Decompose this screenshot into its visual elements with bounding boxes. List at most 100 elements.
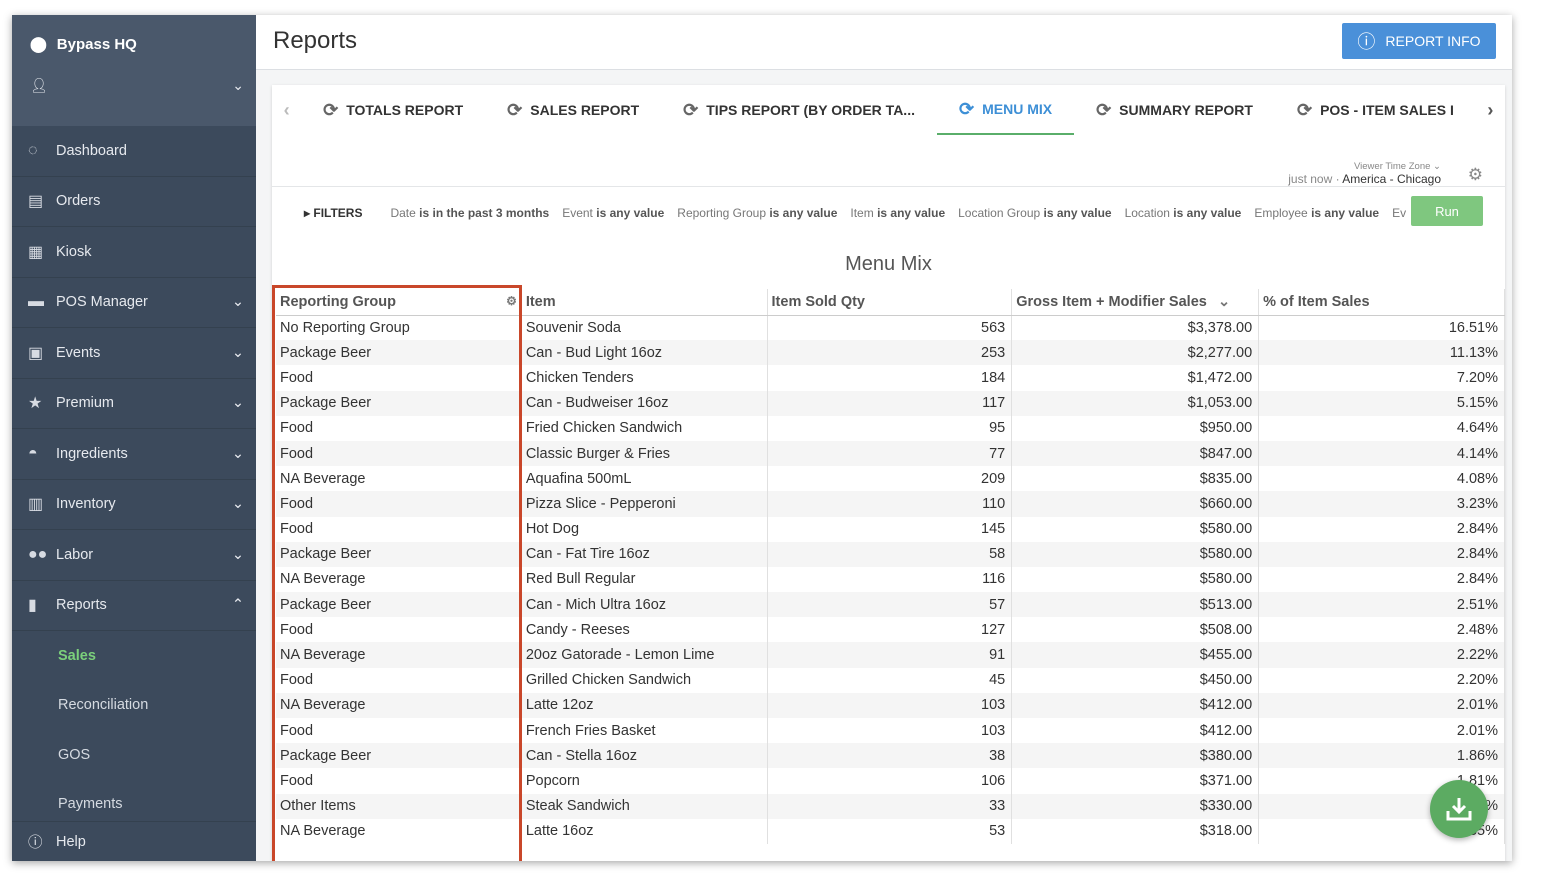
tab-5[interactable]: ⟳ POS - ITEM SALES I — [1275, 85, 1476, 135]
filter-chip[interactable]: Reporting Group is any value — [677, 206, 837, 220]
table-cell: 2.84% — [1258, 516, 1505, 542]
table-cell: Food — [276, 617, 522, 643]
sidebar-item-reports[interactable]: ▮ Reports ⌃ — [12, 581, 256, 631]
sidebar-item-kiosk[interactable]: ▦ Kiosk — [12, 227, 256, 278]
column-header[interactable]: % of Item Sales — [1258, 289, 1505, 316]
tab-3[interactable]: ⟳ MENU MIX — [936, 85, 1075, 135]
sidebar-item-premium[interactable]: ★ Premium ⌄ — [12, 379, 256, 429]
table-cell: 5.15% — [1258, 390, 1505, 416]
table-cell: Steak Sandwich — [521, 793, 768, 819]
sidebar-item-inventory[interactable]: ▥ Inventory ⌄ — [12, 480, 256, 530]
filter-chip[interactable]: Location is any value — [1125, 206, 1242, 220]
nav-icon: ▥ — [28, 496, 44, 514]
tab-2[interactable]: ⟳ TIPS REPORT (BY ORDER TA... — [661, 85, 937, 135]
table-row: Food French Fries Basket 103 $412.00 2.01% — [276, 718, 1505, 744]
tab-0[interactable]: ⟳ TOTALS REPORT — [301, 85, 485, 135]
table-cell: 106 — [767, 768, 1013, 794]
table-cell: Hot Dog — [521, 516, 768, 542]
refresh-icon: ⟳ — [1296, 99, 1313, 120]
table-cell: 7.20% — [1258, 365, 1505, 391]
refresh-icon: ⟳ — [1096, 99, 1112, 120]
tabs-prev-arrow[interactable]: ‹ — [272, 100, 301, 121]
table-cell: $513.00 — [1011, 592, 1260, 618]
table-cell: Can - Mich Ultra 16oz — [521, 592, 768, 618]
table-cell: 11.13% — [1258, 340, 1505, 366]
table-cell: $380.00 — [1011, 743, 1260, 769]
table-row: Package Beer Can - Stella 16oz 38 $380.00 1.… — [276, 743, 1505, 769]
table-row: Other ItemsSteak Sandwich33$330.001.61% — [276, 793, 1505, 819]
run-button[interactable]: Run — [1411, 196, 1483, 226]
download-button[interactable] — [1430, 780, 1488, 838]
chevron-icon: ⌄ — [231, 395, 244, 412]
table-cell: Food — [276, 365, 522, 391]
chevron-icon: ⌄ — [231, 445, 244, 462]
settings-gear-icon[interactable]: ⚙ — [1468, 165, 1483, 185]
table-cell: 77 — [767, 440, 1013, 467]
table-cell: 2.01% — [1258, 692, 1505, 718]
column-header[interactable]: Gross Item + Modifier Sales ⌄ — [1011, 289, 1260, 316]
sidebar-item-dashboard[interactable]: ◌ Dashboard — [12, 126, 256, 177]
table-cell: Food — [276, 718, 522, 744]
table-cell: 2.48% — [1258, 617, 1505, 643]
table-row: Food Fried Chicken Sandwich 95 $950.00 4.64% — [276, 415, 1505, 441]
nav-icon: ▣ — [28, 344, 44, 362]
user-icon: 👤︎ — [30, 77, 48, 93]
table-cell: 91 — [767, 642, 1013, 668]
tab-1[interactable]: ⟳ SALES REPORT — [485, 85, 661, 135]
table-row: NA Beverage Aquafina 500mL 209 $835.00 4.08% — [276, 466, 1505, 492]
filters-toggle[interactable]: ▸ FILTERS — [304, 206, 362, 220]
help-link[interactable]: ⓘ Help — [12, 821, 256, 861]
sort-desc-icon[interactable]: ⌄ — [1218, 294, 1230, 310]
table-cell: French Fries Basket — [521, 718, 768, 744]
sidebar-item-ingredients[interactable]: ◓ Ingredients ⌄ — [12, 429, 256, 480]
table-cell: 127 — [767, 617, 1013, 643]
table-cell: Pizza Slice - Pepperoni — [521, 491, 768, 517]
table-cell: 45 — [767, 667, 1013, 693]
refresh-icon: ⟳ — [958, 98, 975, 119]
table-cell: Chicken Tenders — [521, 365, 768, 391]
filter-chip[interactable]: Employee is any value — [1254, 206, 1379, 220]
sidebar-item-pos-manager[interactable]: ▬ POS Manager ⌄ — [12, 278, 256, 328]
filter-chip[interactable]: Item is any value — [850, 206, 945, 220]
tabs-next-arrow[interactable]: › — [1476, 100, 1505, 121]
table-row: Food Hot Dog 145 $580.00 2.84% — [276, 516, 1505, 542]
sidebar-subitem-reconciliation[interactable]: Reconciliation — [12, 681, 256, 731]
table-cell: Food — [276, 491, 522, 517]
table-cell: 58 — [767, 541, 1013, 567]
filter-chip[interactable]: Ev — [1392, 206, 1406, 220]
chevron-down-icon: ⌄ — [232, 77, 244, 93]
table-cell: $508.00 — [1011, 617, 1260, 643]
sidebar-subitem-sales[interactable]: Sales — [12, 631, 256, 681]
table-cell: Package Beer — [276, 340, 522, 366]
table-cell: No Reporting Group — [276, 315, 522, 341]
table-cell: 2.84% — [1258, 566, 1505, 593]
filter-chip[interactable]: Date is in the past 3 months — [390, 206, 549, 220]
table-row: Package Beer Can - Fat Tire 16oz 58 $580.00… — [276, 541, 1505, 567]
table-row: Food Grilled Chicken Sandwich 45 $450.00 2.2… — [276, 667, 1505, 693]
refresh-icon: ⟳ — [683, 99, 699, 120]
column-header[interactable]: Reporting Group ⚙ — [276, 289, 522, 316]
user-menu[interactable]: 👤︎ ⌄ — [30, 77, 256, 94]
location-selector[interactable]: ⬤ Bypass HQ — [30, 35, 256, 54]
table-row: NA Beverage Red Bull Regular 116 $580.00 2.8… — [276, 566, 1505, 593]
column-settings-icon[interactable]: ⚙ — [506, 294, 517, 308]
timezone-selector[interactable]: Viewer Time Zone ⌄ just now · America - … — [1288, 161, 1441, 186]
table-cell: 53 — [767, 818, 1013, 844]
sidebar-subitem-gos[interactable]: GOS — [12, 730, 256, 780]
table-cell: 38 — [767, 743, 1013, 769]
table-cell: 2.20% — [1258, 667, 1505, 693]
report-info-button[interactable]: ⓘ REPORT INFO — [1342, 23, 1496, 59]
sidebar-item-labor[interactable]: ●● Labor ⌄ — [12, 530, 256, 581]
column-header[interactable]: Item Sold Qty — [767, 289, 1013, 316]
tab-4[interactable]: ⟳ SUMMARY REPORT — [1074, 85, 1275, 135]
sidebar-item-orders[interactable]: ▤ Orders — [12, 177, 256, 227]
page-title: Reports — [273, 27, 358, 54]
table-cell: 2.22% — [1258, 642, 1505, 668]
filter-chip[interactable]: Event is any value — [562, 206, 664, 220]
table-cell: Food — [276, 768, 522, 794]
app-window: ⬤ Bypass HQ 👤︎ ⌄ ◌ Dashboard ▤ Orders ▦ Kiosk ▬ P… — [12, 15, 1512, 861]
sidebar-item-events[interactable]: ▣ Events ⌄ — [12, 328, 256, 379]
filter-chip[interactable]: Location Group is any value — [958, 206, 1111, 220]
table-cell: 2.84% — [1258, 541, 1505, 567]
column-header[interactable]: Item — [521, 289, 768, 316]
